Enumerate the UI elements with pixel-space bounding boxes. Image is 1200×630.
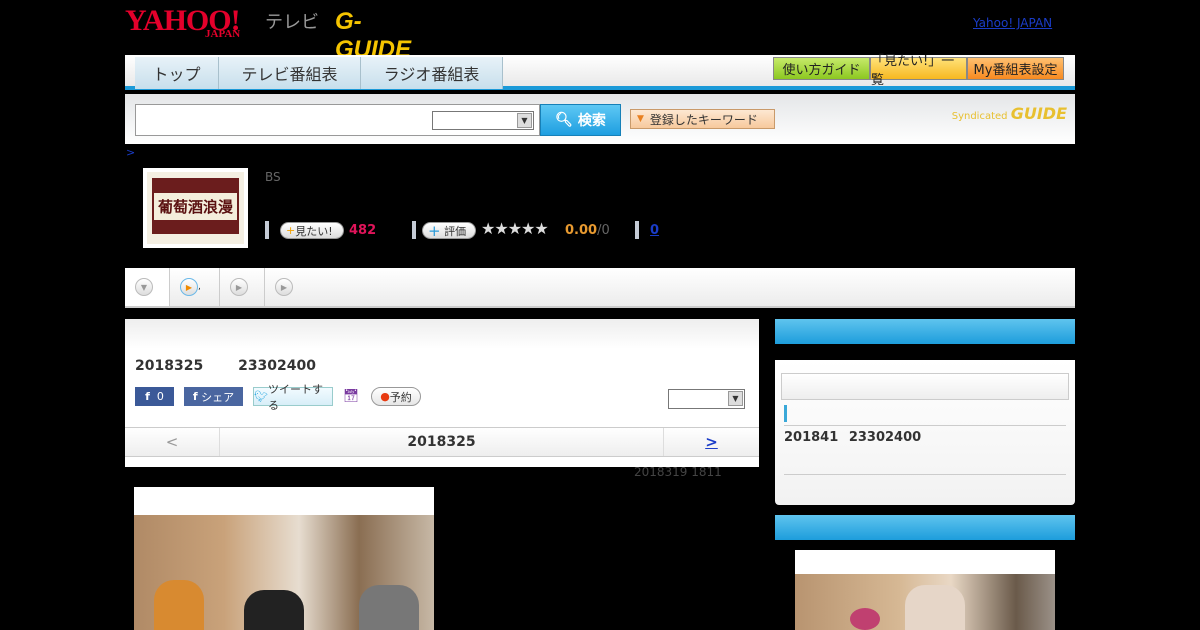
next-airing-datetime: 201841 23302400 <box>784 430 921 445</box>
subnav-label: , <box>198 282 201 292</box>
main-nav: トップ テレビ番組表 ラジオ番組表 使い方ガイド 「見たい!」一覧 My番組表設… <box>125 54 1075 90</box>
play-icon: ▶ <box>180 278 198 296</box>
subnav-item[interactable]: ▼ <box>125 268 170 306</box>
air-time: 23302400 <box>238 358 317 374</box>
rating-score: 0.00/0 <box>565 223 610 238</box>
air-datetime: 2018325 23302400 <box>135 358 316 374</box>
my-schedule-settings-button[interactable]: My番組表設定 <box>967 57 1064 80</box>
syndicated-gguide-logo: Syndicated GUIDE <box>952 104 1067 123</box>
tab-radio-schedule[interactable]: ラジオ番組表 <box>361 57 503 89</box>
play-icon: ▶ <box>230 278 248 296</box>
chevron-down-icon: ▼ <box>637 114 644 124</box>
play-icon: ▶ <box>275 278 293 296</box>
guide-button[interactable]: 使い方ガイド <box>773 57 870 80</box>
subnav-item[interactable]: ▶, <box>170 268 220 306</box>
divider <box>635 221 639 239</box>
want-button[interactable]: + 見たい! <box>280 222 344 239</box>
program-photo <box>134 487 434 630</box>
current-date: 2018325 <box>407 434 476 450</box>
tab-tv-schedule[interactable]: テレビ番組表 <box>219 57 361 89</box>
facebook-like-button[interactable]: f 0 <box>135 387 174 406</box>
chevron-down-icon: ▼ <box>728 391 743 406</box>
want-count: 482 <box>349 223 377 238</box>
facebook-share-button[interactable]: f シェア <box>184 387 243 406</box>
sort-select[interactable]: ▼ <box>668 389 745 409</box>
search-category-select[interactable]: ▼ <box>432 111 534 130</box>
reserve-label: 予約 <box>389 390 412 404</box>
fb-share-label: シェア <box>201 390 235 404</box>
comment-count-link[interactable]: 0 <box>650 223 659 238</box>
want-label: 見たい! <box>295 224 333 238</box>
program-thumbnail: 葡萄酒浪漫 <box>143 168 248 248</box>
facebook-icon: f <box>145 390 150 403</box>
rating-stars: ★★★★★ <box>481 219 549 238</box>
next-airing-box: 201841 23302400 <box>775 360 1075 505</box>
date-navigation: < 2018325 > <box>125 427 759 457</box>
gguide-logo-text: GUIDE <box>1010 104 1067 123</box>
divider <box>412 221 416 239</box>
sidebar-header <box>775 319 1075 344</box>
next-date-button[interactable]: > <box>663 428 759 456</box>
saved-keywords-label: 登録したキーワード <box>649 112 758 127</box>
tv-logo-text: テレビ <box>265 12 319 33</box>
breadcrumb[interactable]: > <box>126 146 135 159</box>
subnav-item[interactable]: ▶ <box>265 268 310 306</box>
saved-keywords-button[interactable]: ▼ 登録したキーワード <box>630 109 775 129</box>
facebook-icon: f <box>192 390 198 403</box>
tweet-label: ツイートする <box>267 382 323 412</box>
program-subnav: ▼ ▶, ▶ ▶ <box>125 268 1075 308</box>
score-count: /0 <box>597 223 610 238</box>
search-bar: ▼ 🔍︎ 検索 ▼ 登録したキーワード Syndicated GUIDE <box>125 94 1075 144</box>
yahoo-japan-link[interactable]: Yahoo! JAPAN <box>973 16 1052 30</box>
sidebar-photo <box>795 550 1055 630</box>
updated-timestamp: 2018319 1811 <box>634 465 722 479</box>
rate-button[interactable]: + 評価 <box>422 221 476 240</box>
divider <box>265 221 269 239</box>
sidebar-header <box>775 515 1075 540</box>
sidebar-input[interactable] <box>781 373 1069 400</box>
twitter-icon: 🐦︎ <box>254 390 268 403</box>
score-value: 0.00 <box>565 223 598 238</box>
chevron-down-icon: ▼ <box>135 278 153 296</box>
prev-date-button[interactable]: < <box>125 428 220 456</box>
record-icon: ● <box>380 390 390 403</box>
search-icon: 🔍︎ <box>555 112 573 128</box>
divider <box>784 474 1066 475</box>
fb-count: 0 <box>156 390 164 403</box>
add-calendar-icon[interactable]: 📅︎ <box>343 387 360 406</box>
gguide-logo[interactable]: G-GUIDE <box>335 8 430 63</box>
divider <box>784 425 1066 426</box>
syndicated-text: Syndicated <box>951 111 1008 122</box>
program-detail: 2018325 23302400 f 0 f シェア 🐦︎ ツイートする 📅︎ ●… <box>125 319 759 467</box>
rate-label: 評価 <box>444 224 467 238</box>
thumbnail-title: 葡萄酒浪漫 <box>153 192 237 220</box>
tab-top[interactable]: トップ <box>135 57 219 89</box>
next-airing-time: 23302400 <box>848 430 922 445</box>
chevron-down-icon: ▼ <box>517 113 532 128</box>
want-list-button[interactable]: 「見たい!」一覧 <box>870 54 967 88</box>
heading-marker <box>784 405 787 422</box>
air-date: 2018325 <box>135 358 204 374</box>
channel-label: BS <box>265 170 281 184</box>
yahoo-japan-logo-text: JAPAN <box>205 28 241 40</box>
search-button-label: 検索 <box>577 113 606 129</box>
search-button[interactable]: 🔍︎ 検索 <box>540 104 621 136</box>
next-airing-date: 201841 <box>784 430 839 445</box>
plus-icon: + <box>286 224 296 237</box>
subnav-item[interactable]: ▶ <box>220 268 265 306</box>
plus-icon: + <box>428 221 441 240</box>
reserve-button[interactable]: ● 予約 <box>371 387 421 406</box>
tweet-button[interactable]: 🐦︎ ツイートする <box>253 383 333 412</box>
